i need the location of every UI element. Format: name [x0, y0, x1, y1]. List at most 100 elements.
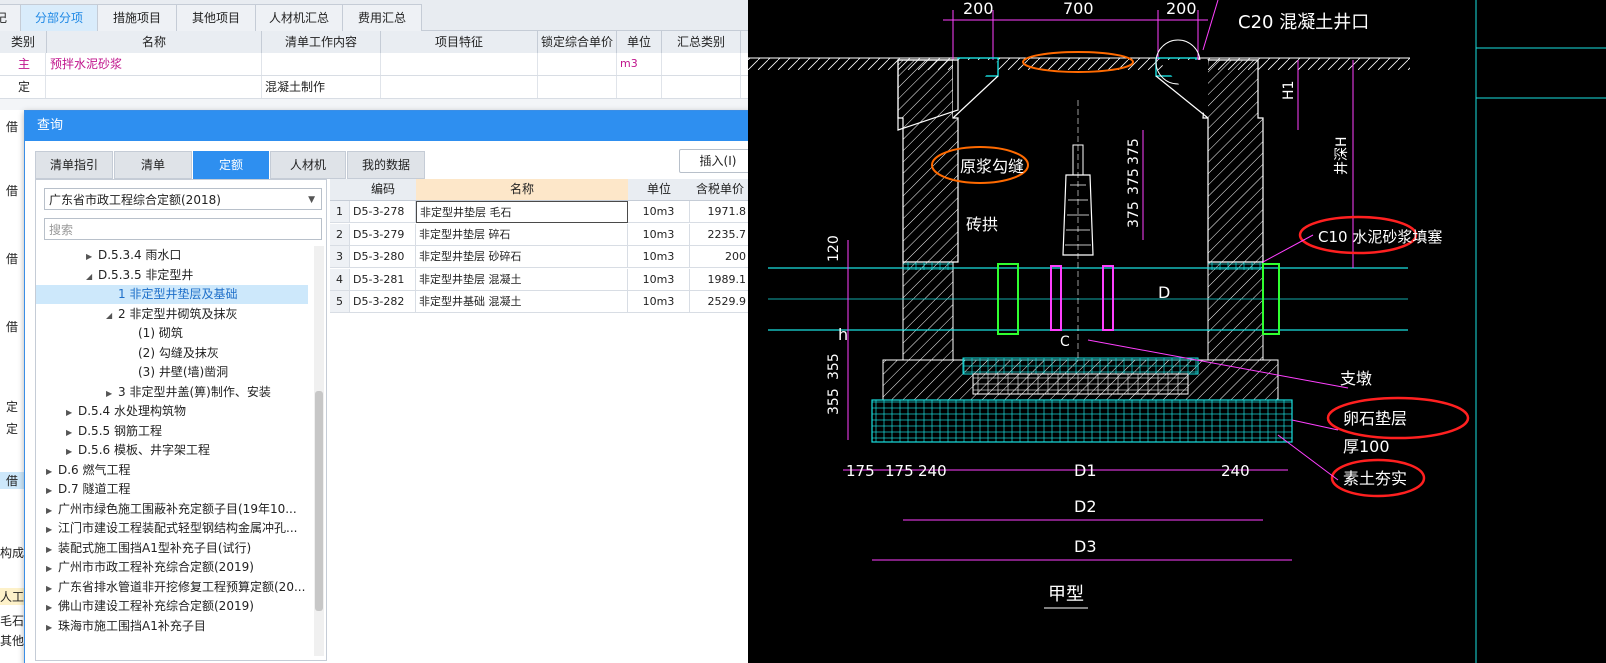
tab-qingdan[interactable]: 清单 — [114, 151, 192, 179]
row-code[interactable]: D5-3-280 — [350, 246, 416, 268]
row-content[interactable]: 混凝土制作 — [262, 76, 381, 98]
row-code[interactable]: D5-3-278 — [350, 201, 416, 223]
row-feature[interactable] — [381, 53, 538, 75]
tree-node[interactable]: ▶ D.6 燃气工程 — [36, 461, 308, 480]
table-row[interactable]: 主 预拌水泥砂浆 m3 — [0, 53, 748, 76]
row-name[interactable]: 预拌水泥砂浆 — [47, 53, 262, 75]
bottom-label[interactable]: 毛石 — [0, 612, 24, 629]
caret-right-icon[interactable]: ▶ — [86, 247, 98, 266]
row-lock[interactable] — [538, 76, 617, 98]
col-price[interactable]: 含税单价 — [690, 179, 748, 201]
tree-node[interactable]: ▶ D.5.3.4 雨水口 — [36, 246, 308, 265]
row-price[interactable]: 1989.1 — [690, 268, 748, 291]
row-name[interactable] — [47, 76, 262, 98]
row-code[interactable]: D5-3-281 — [350, 268, 416, 291]
row-name[interactable]: 非定型井垫层 毛石 — [416, 201, 628, 223]
tree-node[interactable]: ◢ D.5.3.5 非定型井 — [36, 266, 308, 285]
col-lock-price[interactable]: 锁定综合单价 — [538, 31, 617, 53]
caret-right-icon[interactable]: ▶ — [46, 462, 58, 481]
row-content[interactable] — [262, 53, 381, 75]
row-index[interactable]: 3 — [330, 246, 350, 268]
row-unit[interactable]: 10m3 — [628, 291, 690, 313]
tab-feiyong[interactable]: 费用汇总 — [342, 4, 422, 31]
tab-dinge[interactable]: 定额 — [193, 151, 269, 179]
tree-node[interactable]: ▶ 珠海市施工围挡A1补充子目 — [36, 617, 308, 636]
col-name[interactable]: 名称 — [416, 179, 629, 201]
type-label[interactable]: 定 — [0, 420, 24, 437]
caret-right-icon[interactable]: ▶ — [46, 540, 58, 559]
tab-my-data[interactable]: 我的数据 — [347, 151, 425, 179]
row-unit[interactable]: 10m3 — [628, 246, 690, 268]
col-name[interactable]: 名称 — [47, 31, 262, 53]
tab-rencaiji[interactable]: 人材机汇总 — [255, 4, 343, 31]
row-unit[interactable] — [617, 76, 662, 98]
caret-right-icon[interactable]: ▶ — [66, 403, 78, 422]
row-index[interactable]: 4 — [330, 268, 350, 291]
row-price[interactable]: 1971.8 — [690, 201, 748, 223]
caret-right-icon[interactable]: ▶ — [46, 559, 58, 578]
caret-right-icon[interactable]: ▶ — [46, 579, 58, 598]
col-unit[interactable]: 单位 — [617, 31, 662, 53]
row-lock[interactable] — [538, 53, 617, 75]
type-label[interactable]: 借 — [0, 182, 24, 199]
tree-scrollbar[interactable] — [314, 246, 324, 656]
tab-cuoshi[interactable]: 措施项目 — [97, 4, 177, 31]
tab-rencaiji[interactable]: 人材机 — [270, 151, 346, 179]
tree-node[interactable]: ◢ 2 非定型井砌筑及抹灰 — [36, 305, 308, 324]
tab-qita[interactable]: 其他项目 — [176, 4, 256, 31]
row-price[interactable]: 2529.9 — [690, 291, 748, 313]
col-code[interactable]: 编码 — [350, 179, 417, 201]
row-unit[interactable]: 10m3 — [628, 268, 690, 291]
tree-node[interactable]: ▶ 3 非定型井盖(箅)制作、安装 — [36, 383, 308, 402]
type-label[interactable]: 借 — [0, 318, 24, 335]
quota-library-select[interactable]: 广东省市政工程综合定额(2018) ▼ — [44, 188, 322, 210]
table-row[interactable]: 定 混凝土制作 — [0, 76, 748, 99]
tree-node[interactable]: ▶ 广东省排水管道非开挖修复工程预算定额(20... — [36, 578, 308, 597]
tab-partial[interactable]: 记 — [0, 4, 22, 31]
tab-qingdan-zhiyin[interactable]: 清单指引 — [35, 151, 113, 179]
scrollbar-thumb[interactable] — [315, 391, 323, 611]
tree-node[interactable]: ▶ 佛山市建设工程补充综合定额(2019) — [36, 597, 308, 616]
row-code[interactable]: D5-3-282 — [350, 291, 416, 313]
tree-node[interactable]: ▶ D.5.6 模板、井字架工程 — [36, 441, 308, 460]
row-index[interactable]: 1 — [330, 201, 350, 223]
tree-node[interactable]: ▶ 江门市建设工程装配式轻型钢结构金属冲孔... — [36, 519, 308, 538]
tab-fenbu[interactable]: 分部分项 — [20, 4, 98, 31]
tree-node[interactable]: (1) 砌筑 — [36, 324, 308, 343]
row-index[interactable]: 5 — [330, 291, 350, 313]
insert-button[interactable]: 插入(I) — [679, 149, 748, 173]
type-label[interactable]: 定 — [0, 398, 24, 415]
row-name[interactable]: 非定型井垫层 混凝土 — [416, 268, 628, 291]
col-type[interactable]: 类别 — [0, 31, 47, 53]
row-name[interactable]: 非定型井垫层 砂碎石 — [416, 246, 628, 268]
row-sum[interactable] — [662, 76, 741, 98]
row-index[interactable]: 2 — [330, 223, 350, 246]
row-unit[interactable]: m3 — [617, 53, 662, 75]
tree-node[interactable]: ▶ 广州市绿色施工围蔽补充定额子目(19年10... — [36, 500, 308, 519]
type-label[interactable]: 借 — [0, 472, 24, 489]
row-feature[interactable] — [381, 76, 538, 98]
row-name[interactable]: 非定型井基础 混凝土 — [416, 291, 628, 313]
caret-right-icon[interactable]: ▶ — [66, 423, 78, 442]
col-content[interactable]: 清单工作内容 — [262, 31, 381, 53]
row-unit[interactable]: 10m3 — [628, 223, 690, 246]
bottom-label[interactable]: 构成 — [0, 544, 24, 561]
caret-right-icon[interactable]: ▶ — [46, 481, 58, 500]
tree-node[interactable]: (3) 井壁(墙)凿洞 — [36, 363, 308, 382]
bottom-label[interactable]: 人工 — [0, 588, 24, 605]
bottom-label[interactable]: 其他 — [0, 632, 24, 649]
row-unit[interactable]: 10m3 — [628, 201, 690, 223]
tree-node[interactable]: ▶ 广州市市政工程补充综合定额(2019) — [36, 558, 308, 577]
caret-down-icon[interactable]: ◢ — [106, 306, 118, 325]
tree-node[interactable]: 1 非定型井垫层及基础 — [36, 285, 308, 304]
tree-node[interactable]: (2) 勾缝及抹灰 — [36, 344, 308, 363]
row-sum[interactable] — [662, 53, 741, 75]
tree-node[interactable]: ▶ D.5.4 水处理构筑物 — [36, 402, 308, 421]
caret-right-icon[interactable]: ▶ — [46, 501, 58, 520]
tree-node[interactable]: ▶ D.5.5 钢筋工程 — [36, 422, 308, 441]
tree-node[interactable]: ▶ 装配式施工围挡A1型补充子目(试行) — [36, 539, 308, 558]
type-label[interactable]: 借 — [0, 250, 24, 267]
tree-node[interactable]: ▶ D.7 隧道工程 — [36, 480, 308, 499]
type-label[interactable]: 借 — [0, 118, 24, 135]
caret-right-icon[interactable]: ▶ — [66, 442, 78, 461]
